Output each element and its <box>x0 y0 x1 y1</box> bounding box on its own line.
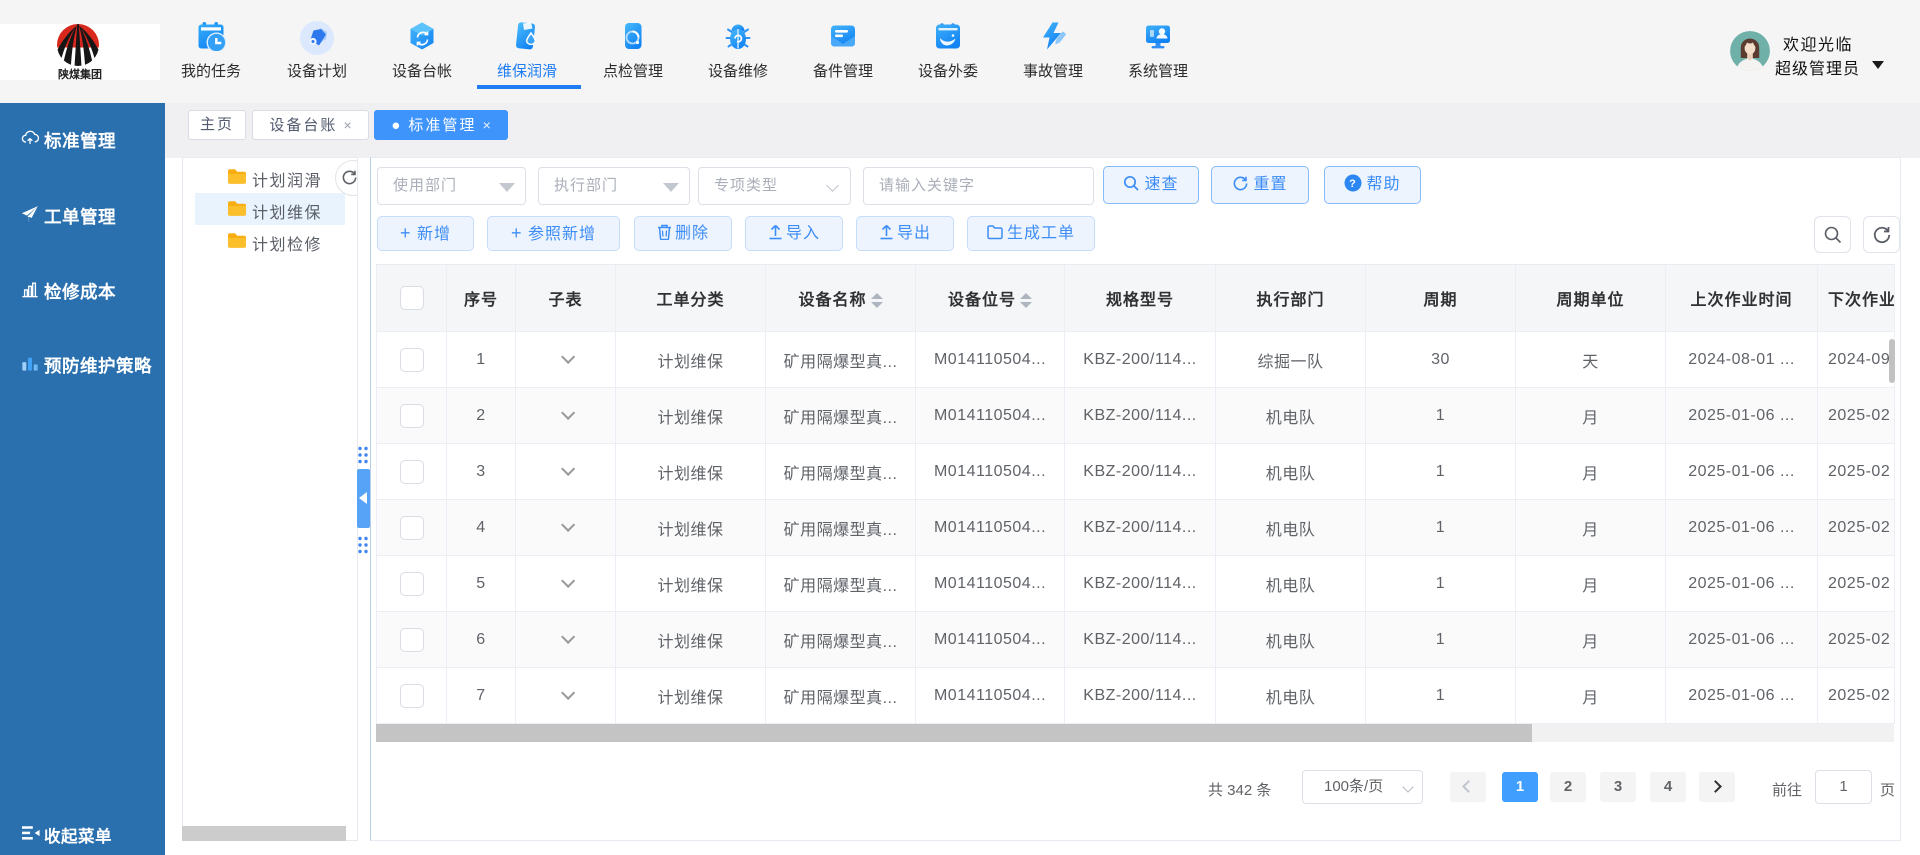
svg-text:?: ? <box>1350 178 1358 190</box>
